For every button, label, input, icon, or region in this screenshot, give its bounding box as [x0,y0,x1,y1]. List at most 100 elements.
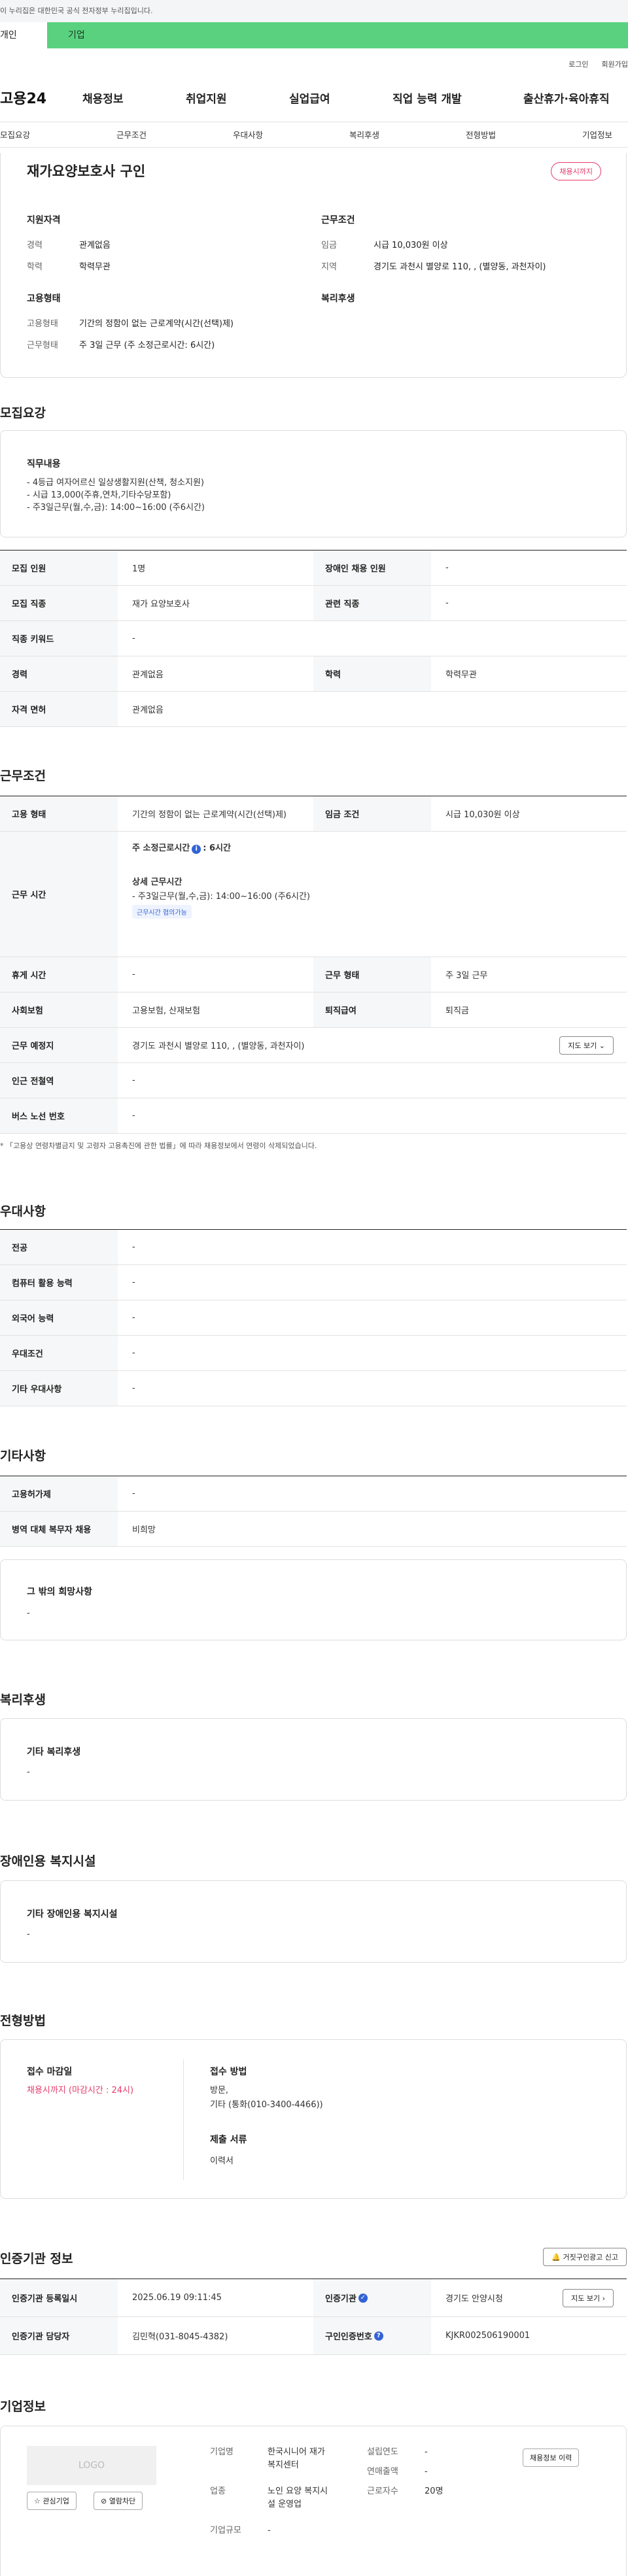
welfare-box: 기타 복리후생 - [0,1718,627,1801]
duty-line: - 4등급 여자어르신 일상생활지원(산책, 청소지원) [27,478,205,488]
qual-row: 학력 학력무관 [27,262,111,272]
certification-table: 인증기관 등록일시 2025.06.19 09:11:45 인증기관 ✓ 경기도 안양시… [0,2279,627,2355]
conditions-table: 고용 형태 기간의 정함이 없는 근로계약(시간(선택)제) 임금 조건 시급 10,… [0,796,627,1134]
detail-hours-value: - 주3일근무(월,수,금): 14:00~16:00 (주6시간) [132,892,310,902]
site-logo[interactable]: 고용24 [0,87,85,108]
menu-vocational-training[interactable]: 직업 능력 개발 [392,90,462,106]
qual-row: 경력 관계없음 [27,241,111,250]
map-view-button[interactable]: 지도 보기 ⌄ [559,1036,614,1055]
deadline-label: 접수 마감일 [27,2067,73,2077]
work-hours-row: 근무 시간 주 소정근로시간 i: 6시간 상세 근무시간 - 주3일근무(월,수… [0,832,627,957]
tab-personal[interactable]: 개인 [0,22,47,48]
section-title-etc: 기타사항 [0,1449,46,1463]
qualification-heading: 지원자격 [27,215,61,226]
star-icon: ☆ [34,2497,41,2505]
job-history-button[interactable]: 채용정보 이력 [523,2449,580,2467]
gov-banner: 이 누리집은 대한민국 공식 전자정부 누리집입니다. [0,0,628,22]
negotiable-badge: 근무시간 협의가능 [132,905,192,919]
sales-label: 연매출액 [367,2467,398,2477]
founded-label: 설립연도 [367,2447,398,2457]
menu-unemployment-benefit[interactable]: 실업급여 [289,90,330,106]
preferences-table: 전공 - 컴퓨터 활용 능력 - 외국어 능력 - 우대조건 - 기타 우대사항 - [0,1229,627,1406]
anchor-selection[interactable]: 전형방법 [466,122,496,148]
company-box: LOGO ☆ 관심기업 ⊘ 열람차단 기업명 한국시니어 재가 복지센터 업종 … [0,2426,627,2576]
anchor-company[interactable]: 기업정보 [582,122,612,148]
employment-type-group: 고용형태 고용형태 기간의 정함이 없는 근로계약(시간(선택)제) 근무형태 주 … [27,292,234,360]
tab-company[interactable]: 기업 [47,22,628,48]
bell-icon: 🔔 [551,2253,561,2262]
founded-value: - [425,2447,428,2457]
report-false-ad-button[interactable]: 🔔 거짓구인광고 신고 [543,2248,627,2266]
table-row: 모집 인원 1명 장애인 채용 인원 - [0,551,627,586]
job-summary-card: 재가요양보호사 구인 채용시까지 지원자격 경력 관계없음 학력 학력무관 근무조건… [0,153,627,378]
info-icon[interactable]: ? [374,2331,383,2341]
documents-value: 이력서 [210,2156,234,2166]
anchor-conditions[interactable]: 근무조건 [116,122,147,148]
other-wishes-value: - [27,1608,30,1618]
disabled-facility-box: 기타 장애인용 복지시설 - [0,1880,627,1963]
sales-value: - [425,2467,428,2477]
selection-box: 접수 마감일 채용시까지 (마감시간 : 24시) 접수 방법 방문, 기타 (… [0,2039,627,2199]
anchor-welfare[interactable]: 복리후생 [349,122,379,148]
table-row: 전공 - [0,1230,627,1265]
other-wishes-label: 그 밖의 희망사항 [27,1587,92,1597]
job-title: 재가요양보호사 구인 [27,163,146,179]
table-row: 우대조건 - [0,1336,627,1371]
check-icon: ✓ [358,2293,368,2303]
company-name-label: 기업명 [210,2447,234,2457]
duty-line: - 시급 13,000(주휴,연차,기타수당포함) [27,490,171,500]
table-row: 인증기관 담당자 김민혁(031-8045-4382) 구인인증번호? KJKR002… [0,2317,627,2355]
section-title-disabled-facility: 장애인용 복지시설 [0,1854,96,1869]
table-row: 인증기관 등록일시 2025.06.19 09:11:45 인증기관 ✓ 경기도 안양시… [0,2279,627,2317]
menu-employment-support[interactable]: 취업지원 [186,90,227,106]
employ-row: 고용형태 기간의 정함이 없는 근로계약(시간(선택)제) [27,319,234,329]
apply-method-value: 방문, [210,2086,229,2095]
table-row: 직종 키워드 - [0,621,627,656]
status-badge: 채용시까지 [551,162,601,180]
table-row: 근무 예정지 경기도 과천시 별양로 110, , (별양동, 과천자이) 지도 보… [0,1028,627,1063]
table-row: 외국어 능력 - [0,1300,627,1336]
employees-value: 20명 [425,2486,444,2496]
section-title-conditions: 근무조건 [0,769,46,783]
anchor-recruit[interactable]: 모집요강 [0,122,30,148]
apply-method-label: 접수 방법 [210,2067,247,2077]
disabled-facility-value: - [27,1929,30,1939]
table-row: 자격 면허 관계없음 [0,692,627,727]
login-link[interactable]: 로그인 [568,59,588,73]
info-icon[interactable]: i [192,845,201,854]
section-title-selection: 전형방법 [0,2014,46,2028]
table-row: 고용허가제 - [0,1476,627,1512]
duty-box: 직무내용 - 4등급 여자어르신 일상생활지원(산책, 청소지원) - 시급 1… [0,430,627,537]
company-size-label: 기업규모 [210,2526,241,2535]
detail-hours-label: 상세 근무시간 [132,877,183,887]
duty-label: 직무내용 [27,459,61,469]
favorite-company-button[interactable]: ☆ 관심기업 [27,2492,77,2510]
disabled-facility-label: 기타 장애인용 복지시설 [27,1909,118,1920]
user-type-tabs: 개인 기업 [0,22,628,48]
welfare-summary-heading: 복리후생 [321,294,355,304]
anchor-preferences[interactable]: 우대사항 [233,122,263,148]
table-row: 모집 직종 재가 요양보호사 관련 직종 - [0,586,627,621]
industry-value: 노인 요양 복지시 [268,2486,328,2496]
chevron-right-icon: › [602,2294,605,2303]
section-title-company: 기업정보 [0,2399,46,2414]
cert-map-button[interactable]: 지도 보기 › [563,2288,614,2307]
signup-link[interactable]: 회원가입 [602,59,628,73]
company-logo-placeholder: LOGO [27,2446,156,2485]
utility-links: 로그인 회원가입 [0,59,628,73]
section-anchor-nav: 모집요강 근무조건 우대사항 복리후생 전형방법 기업정보 [0,122,628,148]
recruit-table: 모집 인원 1명 장애인 채용 인원 - 모집 직종 재가 요양보호사 관련 직종 - 직종… [0,550,627,727]
menu-parental-leave[interactable]: 출산휴가·육아휴직 [523,90,610,106]
block-company-button[interactable]: ⊘ 열람차단 [94,2492,143,2510]
section-title-certification: 인증기관 정보 [0,2252,73,2266]
company-name-value: 한국시니어 재가 [268,2447,325,2457]
work-row: 지역 경기도 과천시 별양로 110, , (별양동, 과천자이) [321,262,546,272]
documents-label: 제출 서류 [210,2135,247,2145]
table-row: 고용 형태 기간의 정함이 없는 근로계약(시간(선택)제) 임금 조건 시급 10,… [0,796,627,832]
weekly-hours-value: : 6시간 [203,843,231,853]
menu-jobs[interactable]: 채용정보 [82,90,124,106]
deadline-value: 채용시까지 (마감시간 : 24시) [27,2086,134,2095]
work-row: 임금 시급 10,030원 이상 [321,241,448,250]
welfare-value: - [27,1767,30,1777]
work-address: 경기도 과천시 별양로 110, , (별양동, 과천자이) [132,1042,305,1051]
